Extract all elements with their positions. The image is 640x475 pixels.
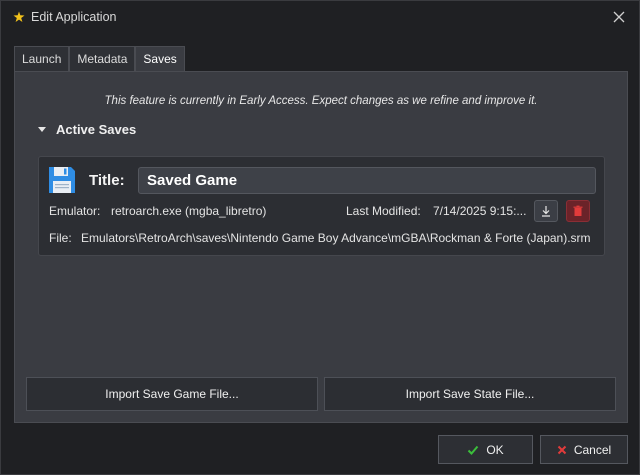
window-title: Edit Application [31, 10, 117, 24]
caret-down-icon [38, 127, 46, 132]
file-path-value: Emulators\RetroArch\saves\Nintendo Game … [81, 231, 591, 245]
last-modified-value: 7/14/2025 9:15:... [433, 204, 527, 218]
floppy-disk-icon [49, 167, 75, 193]
checkmark-icon [468, 445, 479, 455]
saves-panel: This feature is currently in Early Acces… [14, 71, 628, 423]
file-label: File: [49, 231, 72, 245]
tab-metadata[interactable]: Metadata [69, 46, 136, 72]
last-modified-label: Last Modified: [346, 204, 421, 218]
app-star-icon [13, 11, 25, 22]
cancel-button[interactable]: Cancel [540, 435, 628, 464]
delete-save-button[interactable] [566, 200, 590, 222]
title-label: Title: [89, 172, 125, 189]
ok-label: OK [486, 442, 504, 457]
tab-bar: Launch Metadata Saves [14, 46, 185, 73]
trash-icon [573, 205, 583, 216]
tab-saves[interactable]: Saves [135, 46, 185, 73]
ok-button[interactable]: OK [438, 435, 533, 464]
import-save-state-button[interactable]: Import Save State File... [324, 377, 616, 411]
import-save-game-button[interactable]: Import Save Game File... [26, 377, 318, 411]
tab-launch[interactable]: Launch [14, 46, 70, 72]
download-save-button[interactable] [534, 200, 558, 222]
title-bar: Edit Application [1, 1, 639, 33]
cancel-label: Cancel [573, 442, 612, 457]
early-access-notice: This feature is currently in Early Acces… [104, 95, 538, 107]
active-saves-header[interactable]: Active Saves [38, 122, 136, 137]
active-saves-label: Active Saves [56, 122, 137, 137]
download-icon [542, 206, 550, 217]
close-icon[interactable] [609, 7, 629, 27]
edit-application-window: Edit Application Launch Metadata Saves T… [0, 0, 640, 475]
emulator-value: retroarch.exe (mgba_libretro) [111, 204, 267, 218]
save-title-input[interactable] [138, 167, 596, 194]
save-entry-card: Title: Emulator: retroarch.exe (mgba_lib… [38, 156, 605, 256]
emulator-label: Emulator: [49, 204, 101, 218]
cancel-x-icon [557, 445, 567, 454]
